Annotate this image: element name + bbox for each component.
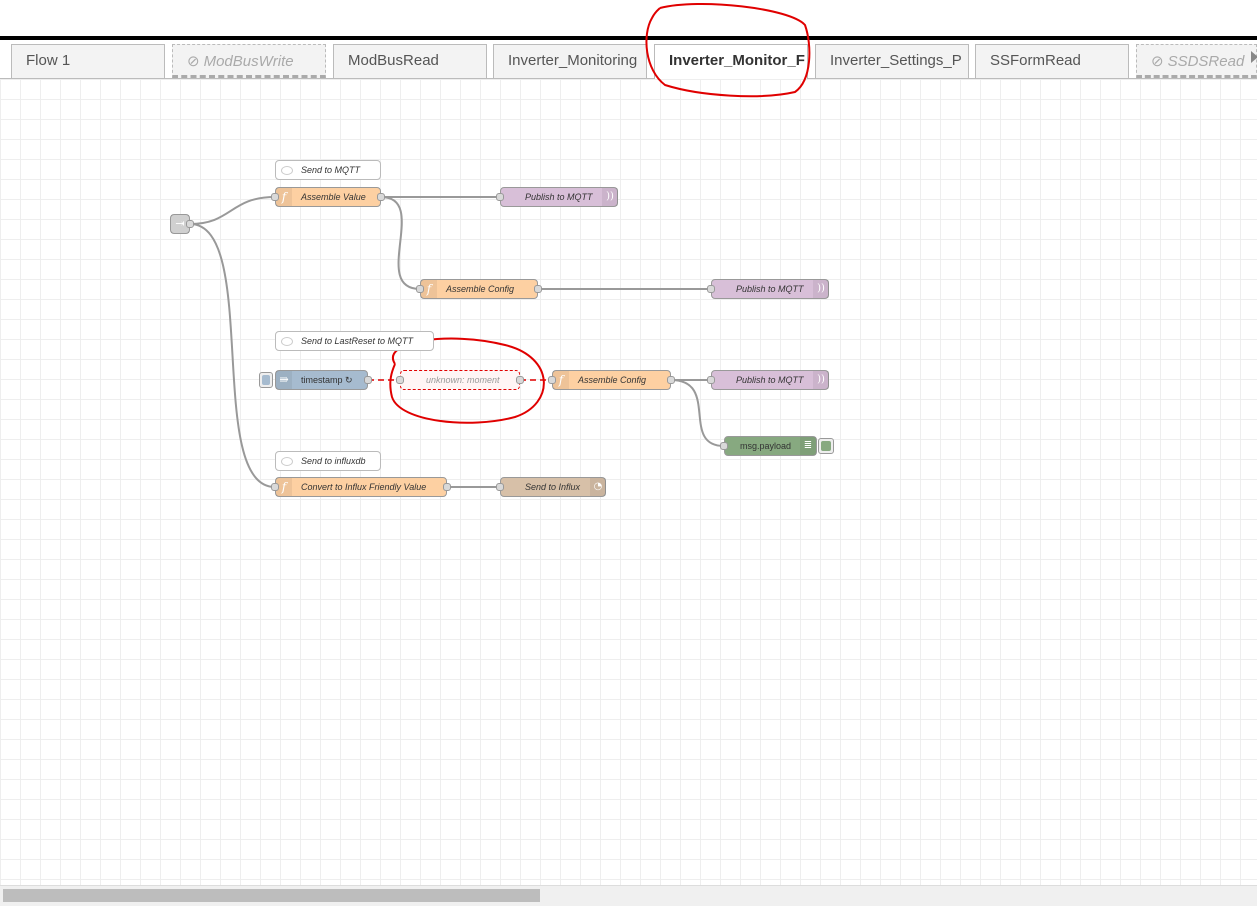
- mqtt-icon: )): [602, 188, 618, 206]
- node-label: Assemble Config: [446, 284, 515, 294]
- input-port[interactable]: [548, 376, 556, 384]
- input-port[interactable]: [271, 193, 279, 201]
- tab-label: ModBusWrite: [203, 53, 294, 70]
- flow-workspace[interactable]: ⇥ Send to MQTT f Assemble Value Publish …: [0, 79, 1257, 885]
- input-port[interactable]: [396, 376, 404, 384]
- node-label: Publish to MQTT: [736, 284, 804, 294]
- node-label: Assemble Config: [578, 375, 647, 385]
- comment-send-to-mqtt[interactable]: Send to MQTT: [275, 160, 381, 180]
- comment-icon: [281, 337, 293, 346]
- tab-modbusread[interactable]: ModBusRead: [333, 44, 487, 78]
- comment-send-to-influxdb[interactable]: Send to influxdb: [275, 451, 381, 471]
- node-label: timestamp ↻: [301, 375, 353, 385]
- wire-assemble-value-to-config: [380, 196, 421, 290]
- mqtt-out-node-2[interactable]: Publish to MQTT )): [707, 279, 829, 299]
- tab-ssformread[interactable]: SSFormRead: [975, 44, 1129, 78]
- influx-out-node[interactable]: Send to Influx ◔: [496, 477, 606, 497]
- inject-node-timestamp[interactable]: ⇛ timestamp ↻: [275, 370, 372, 390]
- comment-label: Send to influxdb: [301, 456, 366, 466]
- input-port[interactable]: [496, 483, 504, 491]
- input-port[interactable]: [416, 285, 424, 293]
- function-node-convert-influx[interactable]: f Convert to Influx Friendly Value: [271, 477, 451, 497]
- wire-link-to-assemble-value: [189, 196, 276, 225]
- comment-send-lastreset[interactable]: Send to LastReset to MQTT: [275, 331, 434, 351]
- comment-icon: [281, 457, 293, 466]
- disabled-icon: ⊘: [187, 53, 200, 70]
- output-port[interactable]: [667, 376, 675, 384]
- flow-wires: [189, 196, 725, 488]
- output-port[interactable]: [364, 376, 372, 384]
- tab-scroll-right-icon[interactable]: [1251, 51, 1257, 63]
- tab-inverter-settings[interactable]: Inverter_Settings_P: [815, 44, 969, 78]
- node-label: msg.payload: [740, 441, 792, 451]
- tab-label: Flow 1: [26, 52, 71, 69]
- mqtt-out-node-3[interactable]: Publish to MQTT )): [707, 370, 829, 390]
- function-node-assemble-value[interactable]: f Assemble Value: [271, 187, 385, 207]
- debug-node-msg-payload[interactable]: msg.payload ≣: [720, 436, 817, 456]
- tab-label: Inverter_Monitoring: [508, 52, 638, 69]
- unknown-node-moment[interactable]: unknown: moment: [396, 370, 524, 390]
- node-label: unknown: moment: [426, 375, 500, 385]
- inject-button-fill: [262, 375, 270, 385]
- debug-toggle-button[interactable]: [818, 438, 834, 454]
- function-node-assemble-config-2[interactable]: f Assemble Config: [548, 370, 675, 390]
- tab-label: SSDSRead: [1167, 53, 1245, 70]
- tab-modbuswrite[interactable]: ⊘ ModBusWrite: [172, 44, 326, 78]
- function-node-assemble-config-1[interactable]: f Assemble Config: [416, 279, 542, 299]
- output-port[interactable]: [186, 220, 194, 228]
- input-port[interactable]: [720, 442, 728, 450]
- output-port[interactable]: [516, 376, 524, 384]
- inject-icon: ⇛: [276, 371, 292, 389]
- scrollbar-thumb[interactable]: [3, 889, 540, 902]
- wire-link-to-convert-influx: [189, 223, 276, 488]
- mqtt-icon: )): [813, 371, 829, 389]
- output-port[interactable]: [377, 193, 385, 201]
- tab-inverter-monitor-active[interactable]: Inverter_Monitor_F: [654, 44, 808, 79]
- node-label: Send to Influx: [525, 482, 581, 492]
- output-port[interactable]: [534, 285, 542, 293]
- comment-icon: [281, 166, 293, 175]
- mqtt-icon: )): [813, 280, 829, 298]
- tab-label: Inverter_Monitor_F: [669, 52, 805, 69]
- tab-label: ModBusRead: [348, 52, 439, 69]
- tab-ssdsread[interactable]: ⊘ SSDSRead: [1136, 44, 1257, 78]
- input-port[interactable]: [496, 193, 504, 201]
- debug-list-icon: ≣: [800, 437, 816, 455]
- debug-button-fill: [821, 441, 831, 451]
- tab-label: SSFormRead: [990, 52, 1081, 69]
- tab-flow-1[interactable]: Flow 1: [11, 44, 165, 78]
- node-label: Publish to MQTT: [736, 375, 804, 385]
- horizontal-scrollbar[interactable]: [0, 885, 1257, 906]
- inject-trigger-button[interactable]: [259, 372, 273, 388]
- input-port[interactable]: [271, 483, 279, 491]
- input-port[interactable]: [707, 376, 715, 384]
- workspace-tab-bar: Flow 1 ⊘ ModBusWrite ModBusRead Inverter_…: [0, 40, 1257, 79]
- database-icon: ◔: [590, 478, 606, 496]
- node-label: Assemble Value: [301, 192, 366, 202]
- link-in-node[interactable]: ⇥: [170, 214, 194, 234]
- comment-label: Send to MQTT: [301, 165, 361, 175]
- tab-label: Inverter_Settings_P: [830, 52, 962, 69]
- output-port[interactable]: [443, 483, 451, 491]
- comment-label: Send to LastReset to MQTT: [301, 336, 414, 346]
- tab-inverter-monitoring[interactable]: Inverter_Monitoring: [493, 44, 647, 78]
- mqtt-out-node-1[interactable]: Publish to MQTT )): [496, 187, 618, 207]
- disabled-icon: ⊘: [1151, 53, 1164, 70]
- node-label: Convert to Influx Friendly Value: [301, 482, 427, 492]
- node-label: Publish to MQTT: [525, 192, 593, 202]
- input-port[interactable]: [707, 285, 715, 293]
